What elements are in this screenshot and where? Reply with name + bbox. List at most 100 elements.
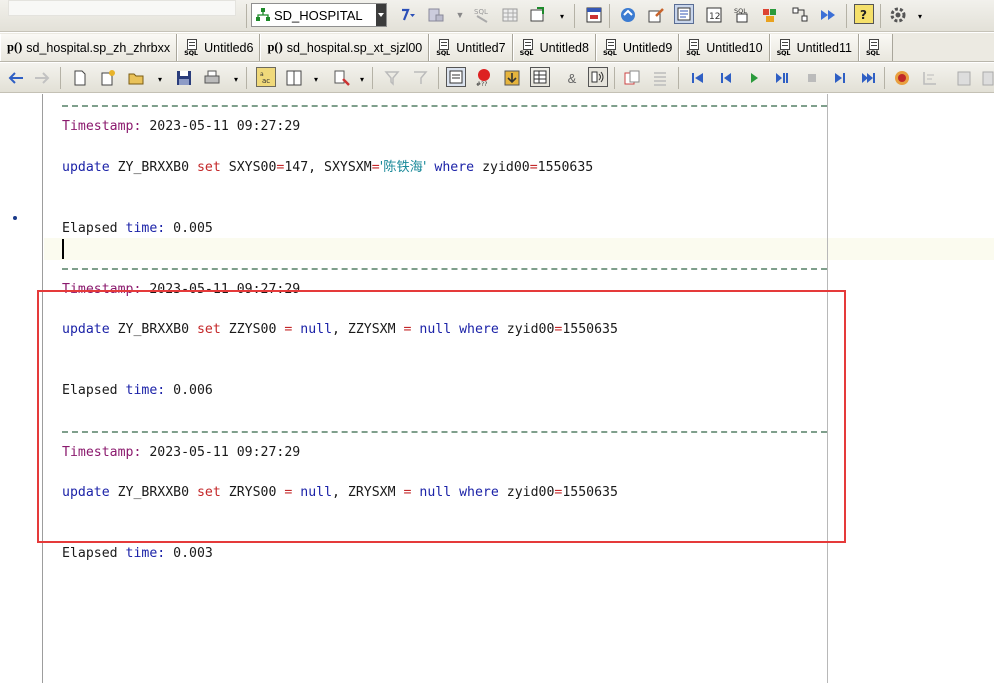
sql-text: ZRYS00 — [220, 485, 285, 500]
window-icon[interactable] — [584, 5, 604, 25]
print-icon[interactable] — [202, 68, 222, 88]
text-caret — [62, 239, 64, 259]
right-margin-line — [827, 94, 828, 683]
explain-icon[interactable] — [446, 67, 466, 87]
sql-text: 1550635 — [537, 160, 594, 175]
timestamp-value: 2023-05-11 09:27:29 — [149, 282, 301, 297]
toolbar-separator — [880, 4, 881, 28]
panel-icon[interactable]: 12 — [704, 5, 724, 25]
save-icon[interactable] — [174, 68, 194, 88]
open-folder-icon[interactable] — [126, 68, 146, 88]
help-icon[interactable]: ? — [854, 4, 874, 24]
sql-window-icon[interactable]: SQL — [732, 5, 752, 25]
elapsed-label: Elapsed — [62, 221, 118, 236]
previous-icon[interactable] — [716, 68, 736, 88]
layout-icon[interactable] — [284, 68, 304, 88]
refresh-icon[interactable] — [618, 5, 638, 25]
toolbar-separator — [609, 4, 610, 28]
svg-text:ac: ac — [262, 77, 270, 85]
chevron-down-icon[interactable]: ▾ — [226, 69, 246, 89]
database-selector[interactable]: SD_HOSPITAL — [251, 3, 387, 27]
tab-sql[interactable]: SQL Untitled10 — [679, 34, 770, 61]
settings-icon[interactable] — [888, 5, 908, 25]
editor-toolbar: ▾ ▾ a ac ▾ ▾ #?? & — [0, 63, 994, 93]
sql-icon[interactable]: SQL — [472, 5, 492, 25]
last-icon[interactable] — [858, 68, 878, 88]
sql-icon: SQL — [603, 38, 619, 57]
tab-sql[interactable]: SQL Untitled7 — [429, 34, 513, 61]
new-file-icon[interactable] — [70, 68, 90, 88]
clipboard-icon[interactable] — [954, 68, 974, 88]
first-icon[interactable] — [688, 68, 708, 88]
export-icon[interactable] — [528, 5, 548, 25]
elapsed-value: 0.005 — [165, 221, 213, 236]
chevron-down-icon[interactable]: ▼ — [450, 5, 470, 25]
table-icon[interactable] — [500, 5, 520, 25]
tools-icon[interactable] — [426, 5, 446, 25]
tab-sql[interactable]: SQL Untitled9 — [595, 34, 680, 61]
elapsed-value: 0.003 — [165, 546, 213, 561]
new-script-icon[interactable] — [98, 68, 118, 88]
sql-keyword: set — [196, 160, 221, 175]
sql-operator: = — [371, 160, 380, 175]
filter-icon[interactable] — [382, 68, 402, 88]
tab-procedure[interactable]: p() sd_hospital.sp_zh_zhrbxx — [0, 34, 178, 61]
breakpoint-icon[interactable] — [892, 68, 912, 88]
sql-text: 147, SXYSXM — [284, 160, 372, 175]
tab-procedure[interactable]: p() sd_hospital.sp_xt_sjzl00 — [260, 34, 430, 61]
chevron-down-icon[interactable]: ▾ — [306, 69, 326, 89]
diagram-icon[interactable] — [790, 5, 810, 25]
fetch-icon[interactable] — [502, 68, 522, 88]
forward-icon[interactable] — [818, 5, 838, 25]
clear-filter-icon[interactable] — [410, 68, 430, 88]
toolbar-separator — [60, 67, 61, 89]
sql-text: , ZRYSXM — [332, 485, 404, 500]
chevron-down-icon[interactable]: ▾ — [150, 69, 170, 89]
align-icon[interactable] — [650, 68, 670, 88]
watch-icon[interactable] — [920, 68, 940, 88]
sql-text: zyid00 — [498, 322, 555, 337]
sql-icon: SQL — [184, 38, 200, 57]
play-icon[interactable] — [744, 68, 764, 88]
more-icon[interactable] — [978, 68, 994, 88]
tab-label: sd_hospital.sp_xt_sjzl00 — [286, 40, 423, 55]
chevron-down-icon[interactable]: ▾ — [552, 6, 572, 26]
sql-operator: = — [403, 485, 412, 500]
sql-text: , ZZYSXM — [332, 322, 404, 337]
package-icon[interactable] — [760, 5, 780, 25]
output-icon[interactable] — [588, 67, 608, 87]
edit-icon[interactable] — [646, 5, 666, 25]
step-icon[interactable] — [772, 68, 792, 88]
tab-sql[interactable]: SQL — [858, 34, 893, 61]
procedure-icon: p() — [7, 40, 23, 54]
editor-gutter — [0, 94, 43, 683]
stop-icon[interactable]: #?? — [474, 67, 494, 87]
sql-text: zyid00 — [474, 160, 530, 175]
tab-sql[interactable]: SQL Untitled11 — [769, 34, 859, 61]
find-icon[interactable] — [332, 68, 352, 88]
chevron-down-icon[interactable] — [376, 4, 386, 26]
chevron-down-icon[interactable]: ▾ — [352, 69, 372, 89]
tab-sql[interactable]: SQL Untitled8 — [512, 34, 596, 61]
tab-sql[interactable]: SQL Untitled6 — [177, 34, 261, 61]
toolbar-separator — [884, 67, 885, 89]
separator-line — [62, 431, 827, 433]
toolbar-separator — [246, 67, 247, 89]
copy-icon[interactable] — [622, 68, 642, 88]
toolbar-separator — [678, 67, 679, 89]
grid-icon[interactable] — [530, 67, 550, 87]
svg-text:SQL: SQL — [474, 8, 488, 16]
compile-icon[interactable] — [398, 5, 418, 25]
toolbar-separator — [574, 4, 575, 28]
stop-square-icon[interactable] — [802, 68, 822, 88]
ampersand-icon[interactable]: & — [562, 68, 582, 88]
case-icon[interactable]: a ac — [256, 67, 276, 87]
database-name: SD_HOSPITAL — [274, 7, 363, 23]
chevron-down-icon[interactable]: ▾ — [910, 6, 930, 26]
next-icon[interactable] — [830, 68, 850, 88]
back-icon[interactable] — [6, 68, 26, 88]
sql-icon: SQL — [520, 38, 536, 57]
report-icon[interactable] — [674, 4, 694, 24]
forward-arrow-icon[interactable] — [32, 68, 52, 88]
